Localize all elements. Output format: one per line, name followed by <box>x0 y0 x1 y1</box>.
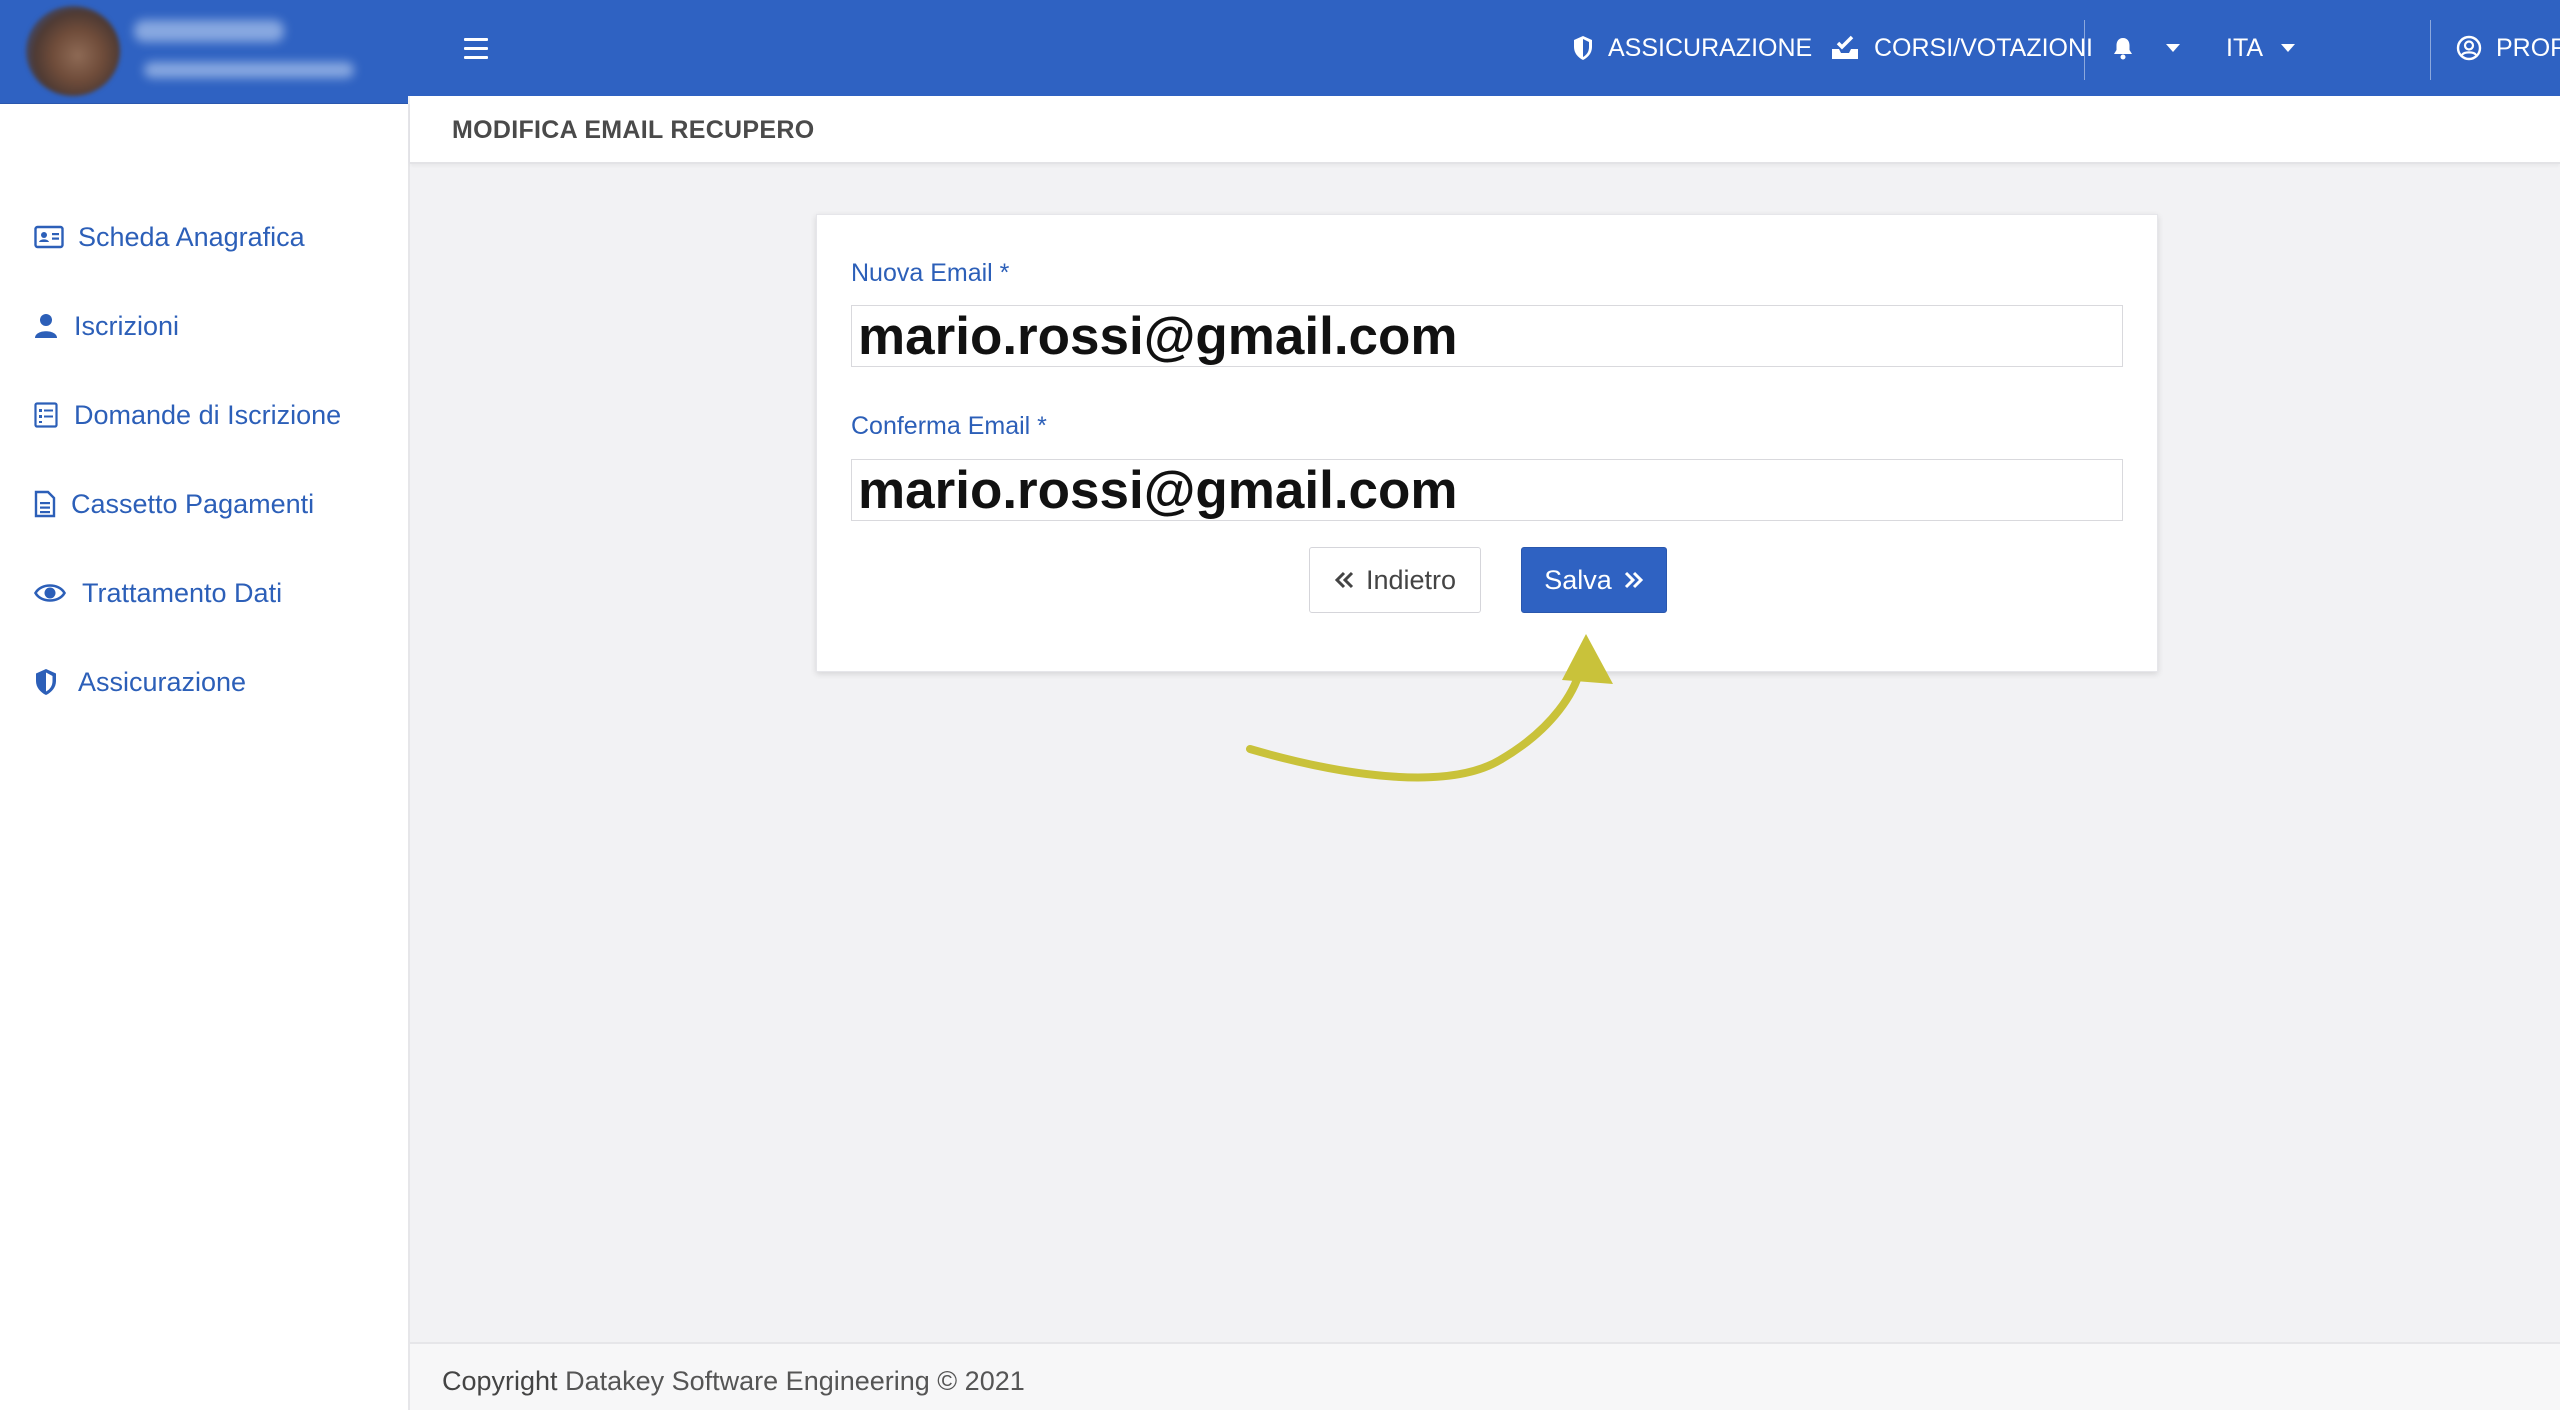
shield-icon <box>1574 36 1592 60</box>
sidebar-item-cassetto-pagamenti[interactable]: Cassetto Pagamenti <box>34 484 314 524</box>
user-circle-icon <box>2456 35 2482 61</box>
notifications-dropdown[interactable] <box>2112 30 2180 66</box>
logo-mark <box>26 6 120 96</box>
nav-insurance-label: ASSICURAZIONE <box>1608 33 1813 62</box>
footer-copyright: Copyright Datakey Software Engineering ©… <box>442 1366 1025 1397</box>
logo-subtext-blurred <box>144 62 354 78</box>
sidebar-item-label: Assicurazione <box>78 666 247 697</box>
save-button[interactable]: Salva <box>1521 547 1667 613</box>
annotation-arrow <box>1246 634 1613 782</box>
language-dropdown[interactable]: ITA <box>2226 30 2296 66</box>
double-chevron-left-icon <box>1334 571 1354 589</box>
sidebar-item-assicurazione[interactable]: Assicurazione <box>34 662 246 702</box>
new-email-field[interactable] <box>851 305 2123 367</box>
eye-icon <box>34 582 82 604</box>
nav-separator <box>2430 20 2431 80</box>
nav-courses[interactable]: CORSI/VOTAZIONI <box>1830 30 2093 66</box>
language-label: ITA <box>2226 33 2264 62</box>
bell-icon <box>2114 38 2132 60</box>
double-chevron-right-icon <box>1624 571 1643 589</box>
menu-icon[interactable] <box>464 38 488 60</box>
footer-company: Datakey Software Engineering © 2021 <box>565 1366 1025 1396</box>
confirm-email-field[interactable] <box>851 459 2123 521</box>
page-title: MODIFICA EMAIL RECUPERO <box>452 116 815 144</box>
logo-text-blurred <box>134 20 284 42</box>
sidebar-item-trattamento-dati[interactable]: Trattamento Dati <box>34 573 282 613</box>
inbox-check-icon <box>1832 35 1858 59</box>
confirm-email-label: Conferma Email * <box>851 412 1047 440</box>
sidebar-item-domande-iscrizione[interactable]: Domande di Iscrizione <box>34 395 341 435</box>
page-header: MODIFICA EMAIL RECUPERO <box>410 96 2560 164</box>
profile-dropdown[interactable]: PROFILO <box>2456 30 2560 66</box>
form-icon <box>34 402 74 428</box>
copyright-label: Copyright <box>442 1366 558 1396</box>
chevron-down-icon <box>2166 44 2180 52</box>
sidebar-item-label: Domande di Iscrizione <box>74 399 342 430</box>
back-button-label: Indietro <box>1365 564 1457 595</box>
sidebar: Scheda Anagrafica Iscrizioni Domande di … <box>0 104 410 1410</box>
shield-icon <box>34 668 78 696</box>
nav-separator <box>2084 20 2085 80</box>
nav-insurance[interactable]: ASSICURAZIONE <box>1572 30 1812 66</box>
save-button-label: Salva <box>1544 564 1612 595</box>
sidebar-item-iscrizioni[interactable]: Iscrizioni <box>34 306 179 346</box>
sidebar-item-scheda-anagrafica[interactable]: Scheda Anagrafica <box>34 217 305 257</box>
sidebar-item-label: Iscrizioni <box>74 310 180 341</box>
id-card-icon <box>34 225 68 249</box>
top-navbar: ASSICURAZIONE CORSI/VOTAZIONI ITA PROFIL… <box>408 0 2560 96</box>
email-form-card: Nuova Email * Conferma Email * Indietro … <box>816 214 2158 672</box>
nav-courses-label: CORSI/VOTAZIONI <box>1874 33 2093 62</box>
sidebar-item-label: Trattamento Dati <box>82 577 283 608</box>
chevron-down-icon <box>2281 44 2296 52</box>
new-email-label: Nuova Email * <box>851 259 1010 287</box>
profile-label: PROFILO <box>2496 33 2560 62</box>
document-icon <box>34 490 71 518</box>
logo[interactable] <box>0 0 408 104</box>
user-icon <box>34 313 74 339</box>
sidebar-item-label: Scheda Anagrafica <box>78 221 305 252</box>
sidebar-item-label: Cassetto Pagamenti <box>71 488 315 519</box>
back-button[interactable]: Indietro <box>1309 547 1481 613</box>
footer: Copyright Datakey Software Engineering ©… <box>410 1342 2560 1410</box>
